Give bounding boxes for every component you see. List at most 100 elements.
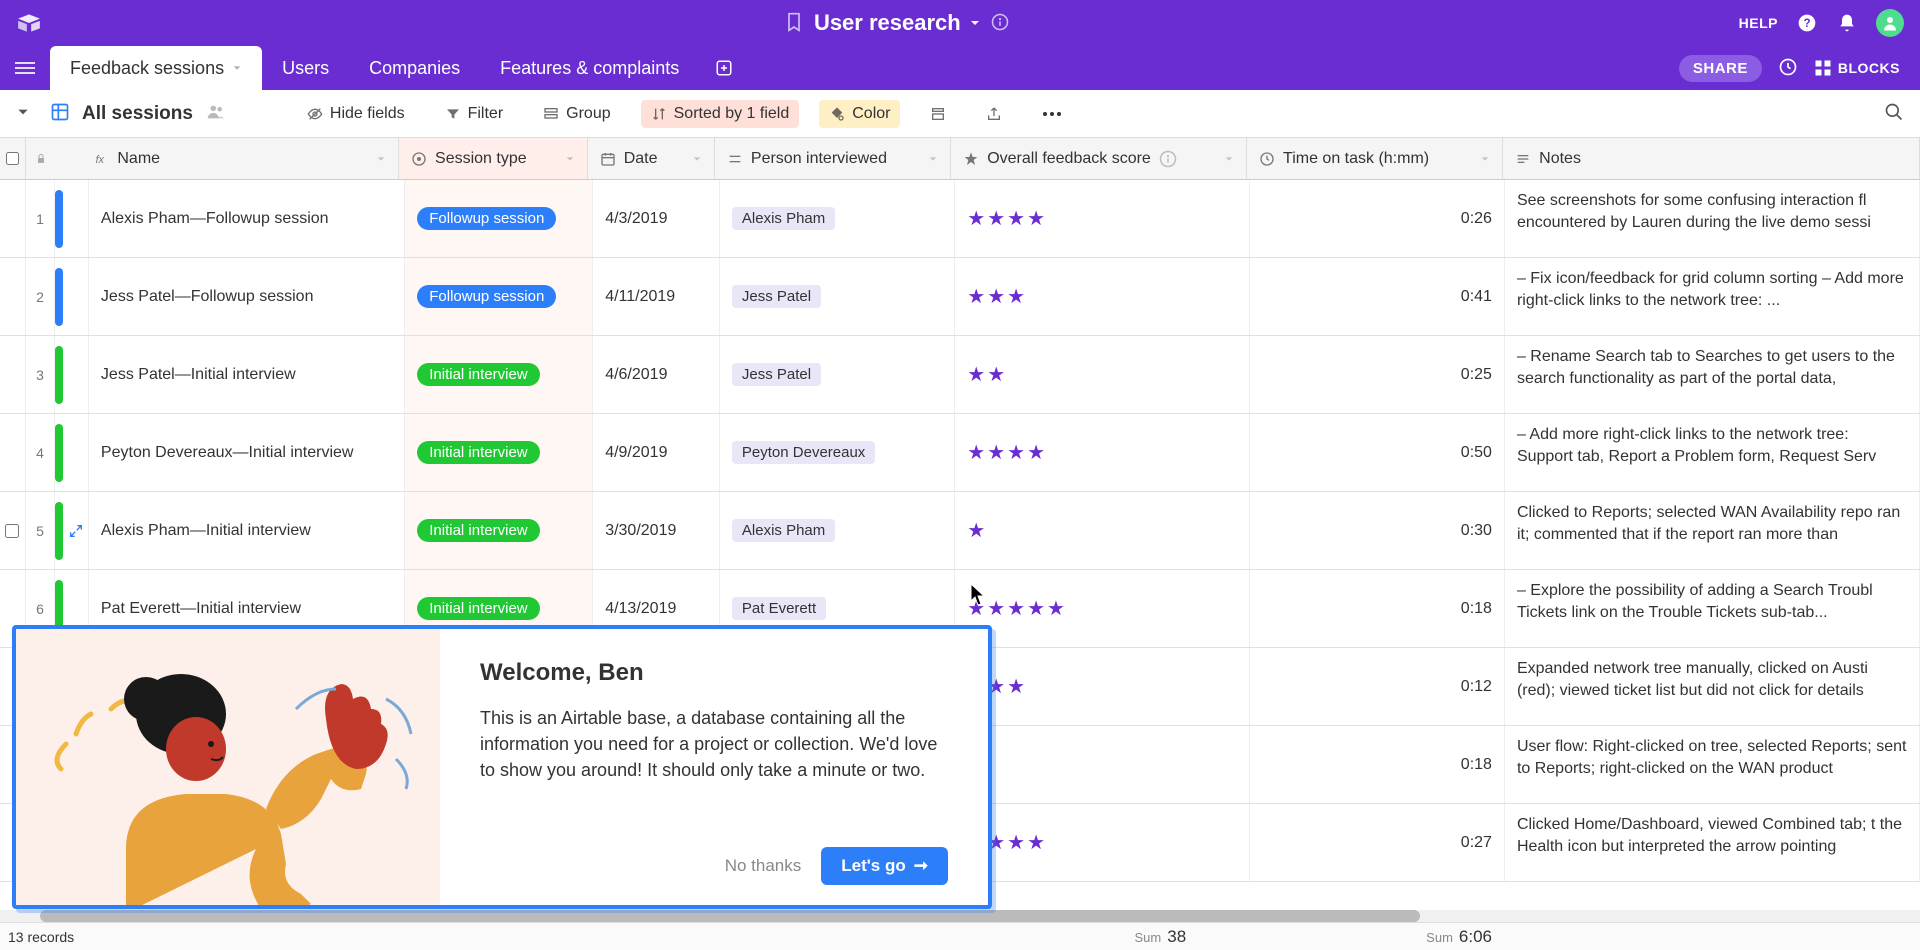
more-button[interactable] bbox=[1032, 106, 1072, 122]
cell-notes[interactable]: – Fix icon/feedback for grid column sort… bbox=[1505, 258, 1920, 335]
expand-row-button[interactable] bbox=[63, 180, 89, 257]
cell-notes[interactable]: See screenshots for some confusing inter… bbox=[1505, 180, 1920, 257]
color-button[interactable]: Color bbox=[819, 100, 900, 128]
expand-row-button[interactable] bbox=[63, 492, 89, 569]
cell-score[interactable]: ★★★ bbox=[955, 648, 1250, 725]
menu-button[interactable] bbox=[0, 46, 50, 90]
sort-button[interactable]: Sorted by 1 field bbox=[641, 100, 800, 128]
no-thanks-button[interactable]: No thanks bbox=[725, 856, 802, 876]
row-checkbox[interactable] bbox=[0, 336, 26, 413]
view-menu-caret[interactable] bbox=[16, 105, 30, 122]
cell-score[interactable]: ★★★★ bbox=[955, 180, 1250, 257]
cell-person[interactable]: Jess Patel bbox=[720, 258, 955, 335]
row-checkbox[interactable] bbox=[0, 414, 26, 491]
row-checkbox[interactable] bbox=[0, 180, 26, 257]
cell-time[interactable]: 0:18 bbox=[1250, 570, 1505, 647]
cell-date[interactable]: 4/3/2019 bbox=[593, 180, 720, 257]
tab-feedback-sessions[interactable]: Feedback sessions bbox=[50, 46, 262, 90]
view-name[interactable]: All sessions bbox=[82, 103, 193, 125]
cell-date[interactable]: 4/11/2019 bbox=[593, 258, 720, 335]
cell-person[interactable]: Jess Patel bbox=[720, 336, 955, 413]
cell-score[interactable]: ★★★★★ bbox=[955, 570, 1250, 647]
notifications-icon[interactable] bbox=[1836, 12, 1858, 34]
expand-row-button[interactable] bbox=[63, 414, 89, 491]
table-row[interactable]: 5Alexis Pham—Initial interviewInitial in… bbox=[0, 492, 1920, 570]
expand-row-button[interactable] bbox=[63, 258, 89, 335]
collaborators-icon[interactable] bbox=[205, 101, 227, 126]
cell-notes[interactable]: – Explore the possibility of adding a Se… bbox=[1505, 570, 1920, 647]
info-icon[interactable] bbox=[1159, 150, 1177, 168]
cell-score[interactable]: ★ bbox=[955, 726, 1250, 803]
sum-score[interactable]: Sum 38 bbox=[1135, 927, 1187, 947]
cell-person[interactable]: Peyton Devereaux bbox=[720, 414, 955, 491]
select-all-checkbox[interactable] bbox=[0, 138, 26, 179]
cell-name[interactable]: Peyton Devereaux—Initial interview bbox=[89, 414, 405, 491]
cell-name[interactable]: Alexis Pham—Followup session bbox=[89, 180, 405, 257]
table-row[interactable]: 4Peyton Devereaux—Initial interviewIniti… bbox=[0, 414, 1920, 492]
cell-notes[interactable]: User flow: Right-clicked on tree, select… bbox=[1505, 726, 1920, 803]
cell-notes[interactable]: Expanded network tree manually, clicked … bbox=[1505, 648, 1920, 725]
favorite-icon[interactable] bbox=[784, 12, 804, 35]
tab-companies[interactable]: Companies bbox=[349, 46, 480, 90]
column-date[interactable]: Date bbox=[588, 138, 715, 179]
cell-session-type[interactable]: Initial interview bbox=[405, 414, 593, 491]
share-view-button[interactable] bbox=[976, 101, 1012, 127]
cell-notes[interactable]: Clicked to Reports; selected WAN Availab… bbox=[1505, 492, 1920, 569]
cell-name[interactable]: Jess Patel—Initial interview bbox=[89, 336, 405, 413]
info-icon[interactable] bbox=[991, 13, 1009, 34]
column-person[interactable]: Person interviewed bbox=[715, 138, 951, 179]
user-avatar[interactable] bbox=[1876, 9, 1904, 37]
lets-go-button[interactable]: Let's go ➞ bbox=[821, 847, 948, 885]
cell-date[interactable]: 3/30/2019 bbox=[593, 492, 720, 569]
sum-time[interactable]: Sum 6:06 bbox=[1426, 927, 1492, 947]
column-time[interactable]: Time on task (h:mm) bbox=[1247, 138, 1503, 179]
cell-time[interactable]: 0:30 bbox=[1250, 492, 1505, 569]
column-name[interactable]: fx Name bbox=[81, 138, 399, 179]
cell-time[interactable]: 0:50 bbox=[1250, 414, 1505, 491]
base-title[interactable]: User research bbox=[814, 10, 981, 36]
cell-person[interactable]: Alexis Pham bbox=[720, 180, 955, 257]
cell-score[interactable]: ★★ bbox=[955, 336, 1250, 413]
tab-users[interactable]: Users bbox=[262, 46, 349, 90]
cell-name[interactable]: Jess Patel—Followup session bbox=[89, 258, 405, 335]
group-button[interactable]: Group bbox=[533, 100, 620, 128]
row-checkbox[interactable] bbox=[0, 258, 26, 335]
cell-time[interactable]: 0:27 bbox=[1250, 804, 1505, 881]
cell-time[interactable]: 0:25 bbox=[1250, 336, 1505, 413]
search-button[interactable] bbox=[1884, 102, 1904, 125]
share-button[interactable]: SHARE bbox=[1679, 55, 1762, 82]
cell-session-type[interactable]: Followup session bbox=[405, 180, 593, 257]
cell-name[interactable]: Alexis Pham—Initial interview bbox=[89, 492, 405, 569]
column-session-type[interactable]: Session type bbox=[399, 138, 588, 179]
history-icon[interactable] bbox=[1778, 57, 1798, 80]
tab-features-complaints[interactable]: Features & complaints bbox=[480, 46, 699, 90]
cell-time[interactable]: 0:12 bbox=[1250, 648, 1505, 725]
cell-score[interactable]: ★★★★ bbox=[955, 414, 1250, 491]
help-icon[interactable]: ? bbox=[1796, 12, 1818, 34]
cell-person[interactable]: Alexis Pham bbox=[720, 492, 955, 569]
filter-button[interactable]: Filter bbox=[435, 100, 514, 128]
hide-fields-button[interactable]: Hide fields bbox=[297, 100, 415, 128]
cell-score[interactable]: ★★★ bbox=[955, 258, 1250, 335]
row-checkbox[interactable] bbox=[0, 492, 26, 569]
cell-session-type[interactable]: Initial interview bbox=[405, 492, 593, 569]
add-table-button[interactable] bbox=[699, 46, 749, 90]
app-logo[interactable] bbox=[16, 10, 42, 36]
table-row[interactable]: 1Alexis Pham—Followup sessionFollowup se… bbox=[0, 180, 1920, 258]
table-row[interactable]: 3Jess Patel—Initial interviewInitial int… bbox=[0, 336, 1920, 414]
cell-score[interactable]: ★ bbox=[955, 492, 1250, 569]
row-height-button[interactable] bbox=[920, 101, 956, 127]
cell-session-type[interactable]: Initial interview bbox=[405, 336, 593, 413]
table-row[interactable]: 2Jess Patel—Followup sessionFollowup ses… bbox=[0, 258, 1920, 336]
cell-time[interactable]: 0:18 bbox=[1250, 726, 1505, 803]
column-score[interactable]: Overall feedback score bbox=[951, 138, 1247, 179]
cell-time[interactable]: 0:26 bbox=[1250, 180, 1505, 257]
cell-time[interactable]: 0:41 bbox=[1250, 258, 1505, 335]
blocks-button[interactable]: BLOCKS bbox=[1814, 59, 1900, 77]
cell-notes[interactable]: Clicked Home/Dashboard, viewed Combined … bbox=[1505, 804, 1920, 881]
column-notes[interactable]: Notes bbox=[1503, 138, 1920, 179]
cell-date[interactable]: 4/6/2019 bbox=[593, 336, 720, 413]
help-link[interactable]: HELP bbox=[1739, 15, 1778, 31]
cell-notes[interactable]: – Rename Search tab to Searches to get u… bbox=[1505, 336, 1920, 413]
expand-row-button[interactable] bbox=[63, 336, 89, 413]
